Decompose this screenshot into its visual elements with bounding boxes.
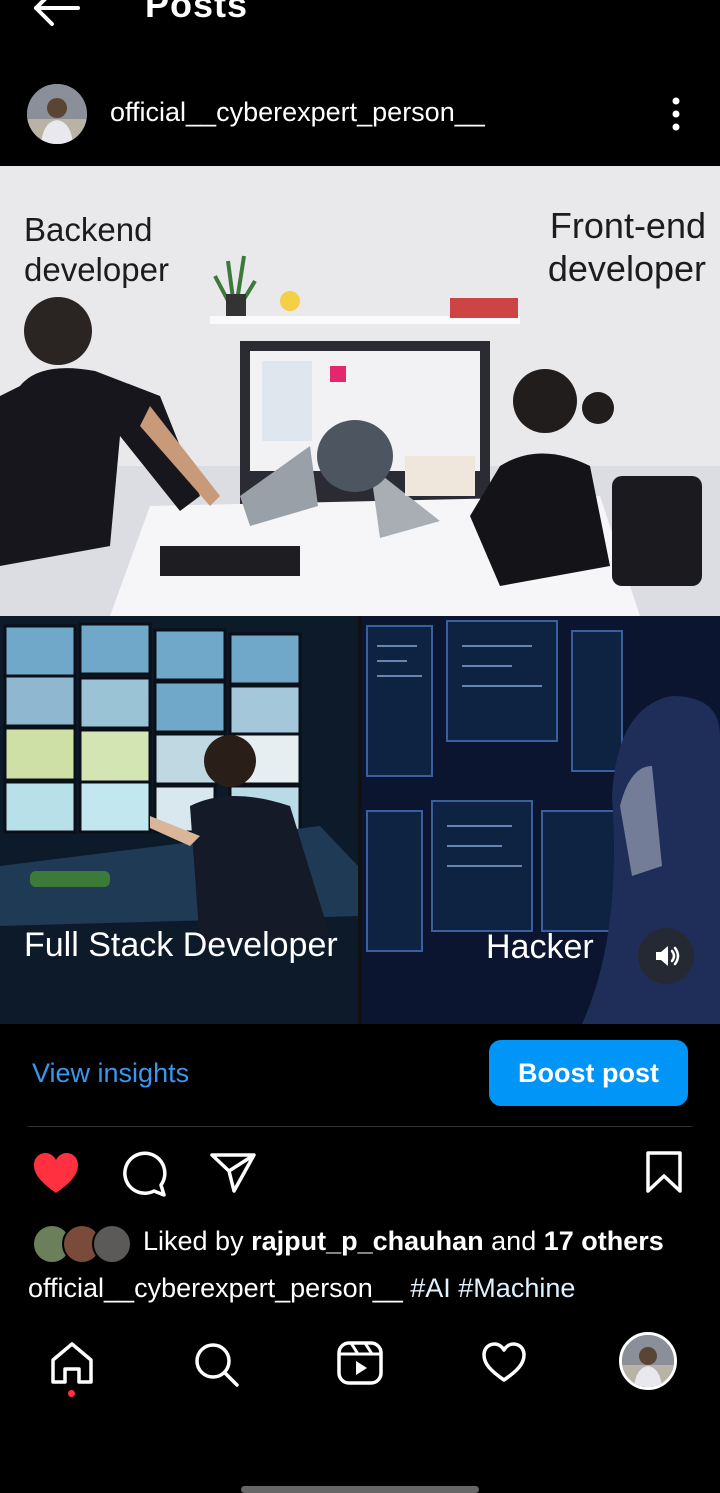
top-bar: Posts: [0, 0, 720, 60]
office-panel: Backend developer Front-end developer: [0, 166, 720, 616]
liker-avatar-3: [92, 1224, 132, 1264]
boost-post-button[interactable]: Boost post: [489, 1040, 688, 1106]
volume-button[interactable]: [638, 928, 694, 984]
caption[interactable]: official__cyberexpert_person__ #AI #Mach…: [28, 1273, 708, 1304]
liked-by-and: and: [491, 1226, 537, 1256]
post-image[interactable]: Backend developer Front-end developer Fu…: [0, 166, 720, 1024]
activity-heart-icon[interactable]: [480, 1340, 528, 1384]
reels-icon[interactable]: [336, 1340, 384, 1386]
frontend-label: Front-end developer: [530, 204, 706, 290]
liked-by-text[interactable]: Liked by rajput_p_chauhan and 17 others: [143, 1226, 664, 1257]
fullstack-panel: Full Stack Developer: [0, 616, 358, 1024]
backend-label: Backend developer: [24, 210, 169, 289]
likers-avatars[interactable]: [32, 1224, 132, 1264]
view-insights-link[interactable]: View insights: [32, 1058, 189, 1089]
volume-icon: [656, 946, 680, 966]
heart-filled-icon[interactable]: [32, 1151, 80, 1195]
frontend-label-line1: Front-end: [549, 205, 706, 246]
fullstack-label: Full Stack Developer: [24, 926, 338, 964]
hacker-panel: Hacker: [362, 616, 720, 1024]
backend-label-line1: Backend: [24, 211, 153, 248]
search-icon[interactable]: [192, 1340, 240, 1388]
avatar-photo: [27, 84, 87, 144]
liked-by-prefix: Liked by: [143, 1226, 244, 1256]
hacker-label: Hacker: [486, 928, 594, 966]
profile-avatar-photo: [622, 1335, 674, 1387]
frontend-label-line2: developer: [547, 248, 706, 290]
page-title: Posts: [145, 0, 249, 25]
comment-icon[interactable]: [120, 1150, 168, 1198]
backend-label-line2: developer: [24, 250, 169, 288]
post-username[interactable]: official__cyberexpert_person__: [110, 97, 485, 128]
bottom-nav: [0, 1322, 720, 1402]
profile-avatar[interactable]: [619, 1332, 677, 1390]
avatar[interactable]: [27, 84, 87, 144]
bookmark-icon[interactable]: [644, 1150, 684, 1194]
liked-by-user[interactable]: rajput_p_chauhan: [251, 1226, 484, 1256]
more-vertical-icon[interactable]: [663, 96, 689, 132]
divider: [28, 1126, 692, 1127]
caption-username[interactable]: official__cyberexpert_person__: [28, 1273, 403, 1303]
caption-hashtags[interactable]: #AI #Machine: [410, 1273, 575, 1303]
send-icon[interactable]: [209, 1151, 257, 1195]
arrow-left-icon[interactable]: [30, 0, 82, 28]
home-active-dot: [68, 1390, 75, 1397]
home-icon[interactable]: [48, 1340, 96, 1386]
liked-by-others[interactable]: 17 others: [544, 1226, 664, 1256]
home-indicator: [241, 1486, 479, 1493]
